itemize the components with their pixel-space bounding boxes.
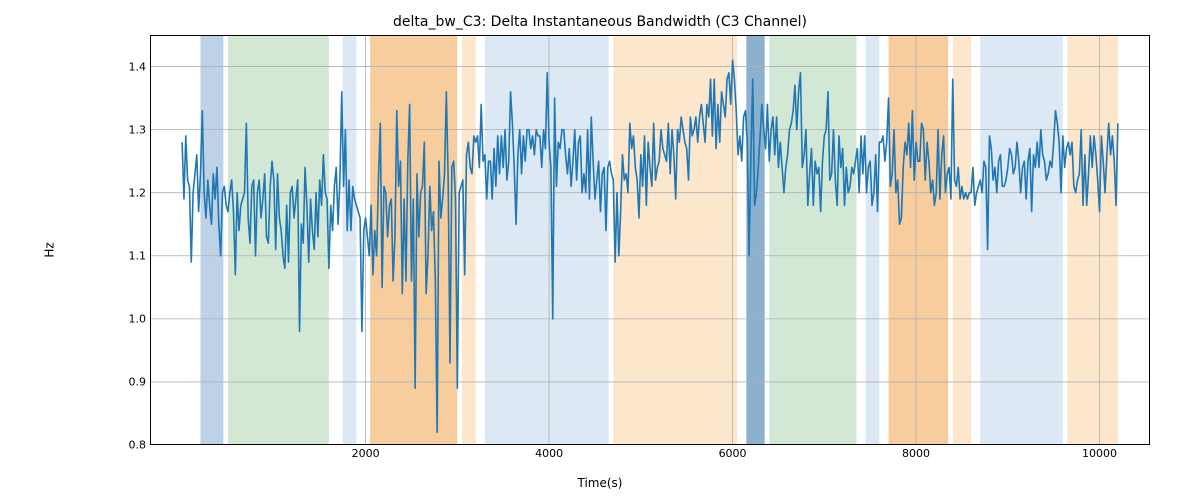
span: [769, 35, 856, 445]
span: [343, 35, 357, 445]
y-tick-label: 1.4: [106, 60, 146, 73]
span: [889, 35, 949, 445]
axes: 200040006000800010000 0.80.91.01.11.21.3…: [150, 35, 1150, 445]
y-tick-label: 0.8: [106, 439, 146, 452]
span: [953, 35, 971, 445]
x-tick-label: 8000: [902, 447, 930, 460]
x-tick-label: 4000: [535, 447, 563, 460]
span: [613, 35, 737, 445]
plot-svg: [150, 35, 1150, 445]
x-axis-label: Time(s): [0, 476, 1200, 490]
span: [1067, 35, 1117, 445]
background-spans: [200, 35, 1117, 445]
x-tick-label: 6000: [719, 447, 747, 460]
y-axis-label: Hz: [40, 0, 60, 500]
x-tick-label: 10000: [1082, 447, 1117, 460]
y-tick-label: 1.1: [106, 249, 146, 262]
span: [866, 35, 880, 445]
figure: delta_bw_C3: Delta Instantaneous Bandwid…: [0, 0, 1200, 500]
x-tick-label: 2000: [352, 447, 380, 460]
span: [980, 35, 1063, 445]
y-tick-label: 1.0: [106, 312, 146, 325]
y-tick-label: 1.3: [106, 123, 146, 136]
y-tick-label: 1.2: [106, 186, 146, 199]
chart-title: delta_bw_C3: Delta Instantaneous Bandwid…: [0, 14, 1200, 30]
y-tick-label: 0.9: [106, 375, 146, 388]
